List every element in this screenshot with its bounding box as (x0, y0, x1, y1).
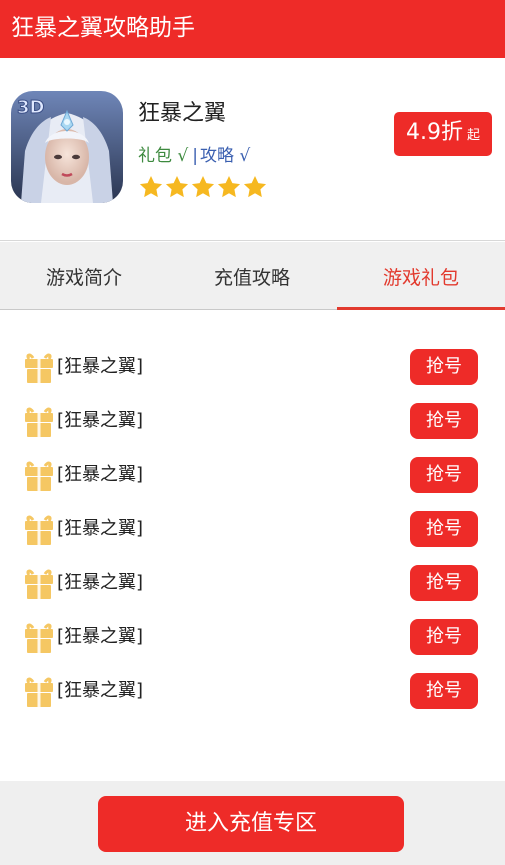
discount-value: 4.9折 (405, 120, 463, 145)
gift-name: [狂暴之翼] (57, 518, 144, 539)
star-icon (242, 174, 268, 200)
tag-separator: | (192, 146, 198, 166)
gift-name: [狂暴之翼] (57, 626, 144, 647)
grab-code-button[interactable]: 抢号 (410, 619, 478, 655)
gift-tag: 礼包 √ (138, 146, 189, 166)
gift-box-icon (24, 568, 54, 600)
svg-text:3D: 3D (17, 97, 44, 118)
footer-bar: 进入充值专区 (0, 781, 505, 865)
grab-code-button[interactable]: 抢号 (410, 673, 478, 709)
grab-code-button[interactable]: 抢号 (410, 403, 478, 439)
tab-recharge-guide[interactable]: 充值攻略 (168, 242, 336, 310)
grab-code-button[interactable]: 抢号 (410, 511, 478, 547)
star-icon (190, 174, 216, 200)
gift-box-icon (24, 406, 54, 438)
gift-row: [狂暴之翼] 抢号 (0, 457, 505, 495)
star-icon (138, 174, 164, 200)
gift-box-icon (24, 352, 54, 384)
gift-box-icon (24, 460, 54, 492)
gift-name: [狂暴之翼] (57, 410, 144, 431)
grab-code-button[interactable]: 抢号 (410, 349, 478, 385)
gift-row: [狂暴之翼] 抢号 (0, 349, 505, 387)
app-name: 狂暴之翼 (138, 101, 227, 126)
tab-game-gifts[interactable]: 游戏礼包 (337, 242, 505, 310)
rating-stars (138, 174, 268, 202)
gift-row: [狂暴之翼] 抢号 (0, 565, 505, 603)
discount-badge[interactable]: 4.9折 起 (394, 112, 492, 156)
gift-list: [狂暴之翼] 抢号 [狂暴之翼] 抢号 [狂暴之翼] 抢号 [狂暴之翼] 抢号 … (0, 311, 505, 781)
top-bar: 狂暴之翼攻略助手 (0, 0, 505, 58)
star-icon (164, 174, 190, 200)
app-tags: 礼包 √ | 攻略 √ (138, 144, 250, 168)
app-info-card: 3D 狂暴之翼 礼包 √ | 攻略 √ 4.9折 起 (0, 58, 505, 241)
guide-tag: 攻略 √ (199, 146, 251, 166)
tab-bar: 游戏简介 充值攻略 游戏礼包 (0, 242, 505, 310)
gift-row: [狂暴之翼] 抢号 (0, 403, 505, 441)
gift-box-icon (24, 514, 54, 546)
gift-name: [狂暴之翼] (57, 572, 144, 593)
enter-recharge-zone-button[interactable]: 进入充值专区 (98, 796, 404, 852)
gift-row: [狂暴之翼] 抢号 (0, 511, 505, 549)
discount-suffix: 起 (466, 128, 480, 143)
gift-row: [狂暴之翼] 抢号 (0, 619, 505, 657)
game-character-icon[interactable]: 3D (11, 91, 123, 203)
grab-code-button[interactable]: 抢号 (410, 457, 478, 493)
gift-name: [狂暴之翼] (57, 680, 144, 701)
tab-game-intro[interactable]: 游戏简介 (0, 242, 168, 310)
star-icon (216, 174, 242, 200)
page-title: 狂暴之翼攻略助手 (11, 15, 195, 41)
gift-box-icon (24, 676, 54, 708)
gift-box-icon (24, 622, 54, 654)
gift-name: [狂暴之翼] (57, 356, 144, 377)
grab-code-button[interactable]: 抢号 (410, 565, 478, 601)
gift-row: [狂暴之翼] 抢号 (0, 673, 505, 711)
active-tab-indicator (337, 307, 505, 310)
gift-name: [狂暴之翼] (57, 464, 144, 485)
